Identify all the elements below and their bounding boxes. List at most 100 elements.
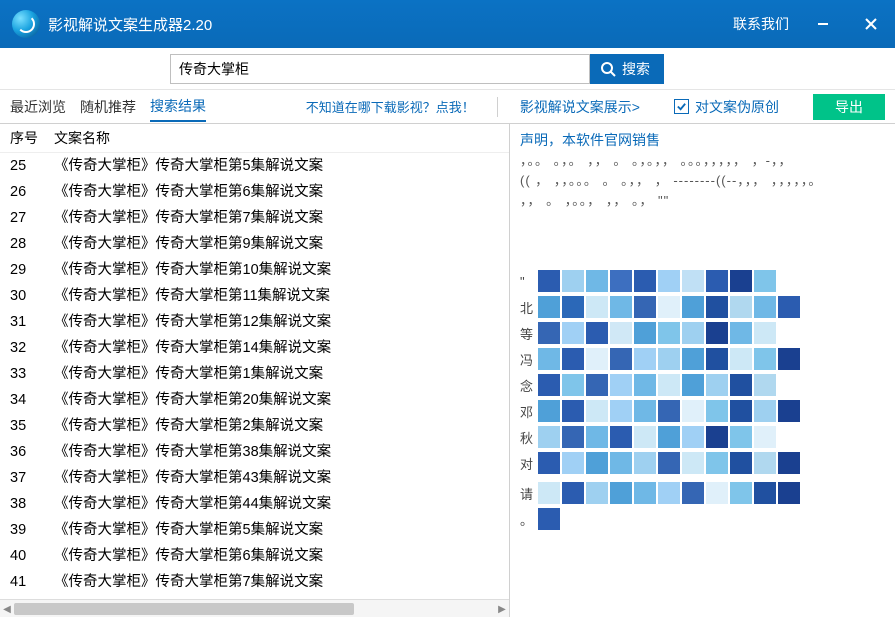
mosaic-label: 冯 (520, 350, 538, 369)
scrollbar-thumb[interactable] (14, 603, 354, 615)
mosaic-block (754, 348, 776, 370)
results-list[interactable]: 25《传奇大掌柜》传奇大掌柜第5集解说文案26《传奇大掌柜》传奇大掌柜第6集解说… (0, 153, 509, 599)
table-row[interactable]: 37《传奇大掌柜》传奇大掌柜第43集解说文案 (0, 465, 509, 491)
cell-name: 《传奇大掌柜》传奇大掌柜第10集解说文案 (54, 260, 499, 280)
mosaic-block (562, 296, 584, 318)
titlebar-controls: 联系我们 (733, 10, 885, 38)
pseudo-original-checkbox[interactable]: 对文案伪原创 (674, 97, 779, 117)
pseudo-original-label: 对文案伪原创 (695, 97, 779, 117)
table-row[interactable]: 34《传奇大掌柜》传奇大掌柜第20集解说文案 (0, 387, 509, 413)
mosaic-block (562, 374, 584, 396)
table-row[interactable]: 26《传奇大掌柜》传奇大掌柜第6集解说文案 (0, 179, 509, 205)
search-input[interactable] (170, 54, 590, 84)
mosaic-row: 秋 (520, 426, 885, 448)
cell-number: 41 (10, 572, 54, 592)
content: 序号 文案名称 25《传奇大掌柜》传奇大掌柜第5集解说文案26《传奇大掌柜》传奇… (0, 124, 895, 617)
mosaic-block (730, 426, 752, 448)
disclaimer-text: 声明，本软件官网销售 (520, 130, 885, 150)
mosaic-block (658, 348, 680, 370)
mosaic-block (586, 270, 608, 292)
mosaic-block (610, 452, 632, 474)
table-row[interactable]: 27《传奇大掌柜》传奇大掌柜第7集解说文案 (0, 205, 509, 231)
mosaic-row: " (520, 270, 885, 292)
table-row[interactable]: 31《传奇大掌柜》传奇大掌柜第12集解说文案 (0, 309, 509, 335)
mosaic-block (538, 296, 560, 318)
app-logo-icon (12, 10, 40, 38)
scroll-left-icon[interactable]: ◀ (0, 600, 14, 618)
list-header: 序号 文案名称 (0, 124, 509, 153)
table-row[interactable]: 32《传奇大掌柜》传奇大掌柜第14集解说文案 (0, 335, 509, 361)
cell-name: 《传奇大掌柜》传奇大掌柜第20集解说文案 (54, 390, 499, 410)
mosaic-block (658, 426, 680, 448)
mosaic-block (778, 452, 800, 474)
mosaic-label: 念 (520, 376, 538, 395)
table-row[interactable]: 29《传奇大掌柜》传奇大掌柜第10集解说文案 (0, 257, 509, 283)
mosaic-block (658, 296, 680, 318)
mosaic-block (562, 400, 584, 422)
mosaic-block (730, 374, 752, 396)
tab-recent[interactable]: 最近浏览 (10, 93, 66, 121)
mosaic-block (538, 482, 560, 504)
mosaic-block (562, 426, 584, 448)
table-row[interactable]: 39《传奇大掌柜》传奇大掌柜第5集解说文案 (0, 517, 509, 543)
mosaic-block (610, 270, 632, 292)
table-row[interactable]: 38《传奇大掌柜》传奇大掌柜第44集解说文案 (0, 491, 509, 517)
preview-punctuation-line-1: ，。。 。，。 ，， 。 。，。，， 。。。，，，，， ，-，， (520, 152, 885, 170)
mosaic-blocks (538, 348, 800, 370)
table-row[interactable]: 25《传奇大掌柜》传奇大掌柜第5集解说文案 (0, 153, 509, 179)
mosaic-block (586, 296, 608, 318)
mosaic-label: 等 (520, 324, 538, 343)
cell-number: 25 (10, 156, 54, 176)
mosaic-block (754, 296, 776, 318)
mosaic-blocks (538, 374, 776, 396)
mosaic-block (682, 374, 704, 396)
mosaic-block (562, 270, 584, 292)
mosaic-block (754, 270, 776, 292)
tab-search-results[interactable]: 搜索结果 (150, 92, 206, 122)
mosaic-block (586, 348, 608, 370)
tab-random[interactable]: 随机推荐 (80, 93, 136, 121)
mosaic-block (538, 374, 560, 396)
mosaic-label: 。 (520, 510, 538, 529)
horizontal-scrollbar[interactable]: ◀ ▶ (0, 599, 509, 617)
download-hint-link[interactable]: 不知道在哪下载影视？点我！ (306, 97, 475, 116)
mosaic-row: 北 (520, 296, 885, 318)
mosaic-block (754, 482, 776, 504)
table-row[interactable]: 30《传奇大掌柜》传奇大掌柜第11集解说文案 (0, 283, 509, 309)
table-row[interactable]: 28《传奇大掌柜》传奇大掌柜第9集解说文案 (0, 231, 509, 257)
search-button[interactable]: 搜索 (590, 54, 664, 84)
mosaic-block (754, 452, 776, 474)
cell-name: 《传奇大掌柜》传奇大掌柜第11集解说文案 (54, 286, 499, 306)
mosaic-block (658, 400, 680, 422)
table-row[interactable]: 40《传奇大掌柜》传奇大掌柜第6集解说文案 (0, 543, 509, 569)
cell-name: 《传奇大掌柜》传奇大掌柜第6集解说文案 (54, 546, 499, 566)
results-panel: 序号 文案名称 25《传奇大掌柜》传奇大掌柜第5集解说文案26《传奇大掌柜》传奇… (0, 124, 510, 617)
cell-name: 《传奇大掌柜》传奇大掌柜第7集解说文案 (54, 572, 499, 592)
cell-name: 《传奇大掌柜》传奇大掌柜第43集解说文案 (54, 468, 499, 488)
contact-us-link[interactable]: 联系我们 (733, 14, 789, 34)
mosaic-block (634, 400, 656, 422)
cell-name: 《传奇大掌柜》传奇大掌柜第5集解说文案 (54, 156, 499, 176)
mosaic-block (658, 374, 680, 396)
table-row[interactable]: 33《传奇大掌柜》传奇大掌柜第1集解说文案 (0, 361, 509, 387)
cell-name: 《传奇大掌柜》传奇大掌柜第1集解说文案 (54, 364, 499, 384)
export-button[interactable]: 导出 (813, 94, 885, 120)
table-row[interactable]: 36《传奇大掌柜》传奇大掌柜第38集解说文案 (0, 439, 509, 465)
mosaic-block (562, 452, 584, 474)
mosaic-block (682, 296, 704, 318)
cell-number: 34 (10, 390, 54, 410)
mosaic-block (682, 452, 704, 474)
cell-name: 《传奇大掌柜》传奇大掌柜第38集解说文案 (54, 442, 499, 462)
mosaic-block (682, 270, 704, 292)
table-row[interactable]: 41《传奇大掌柜》传奇大掌柜第7集解说文案 (0, 569, 509, 595)
mosaic-block (610, 426, 632, 448)
cell-number: 38 (10, 494, 54, 514)
mosaic-block (586, 426, 608, 448)
close-button[interactable] (857, 10, 885, 38)
mosaic-block (586, 482, 608, 504)
mosaic-label: 对 (520, 454, 538, 473)
table-row[interactable]: 35《传奇大掌柜》传奇大掌柜第2集解说文案 (0, 413, 509, 439)
scroll-right-icon[interactable]: ▶ (495, 600, 509, 618)
search-bar: 搜索 (0, 48, 895, 90)
minimize-button[interactable] (809, 10, 837, 38)
